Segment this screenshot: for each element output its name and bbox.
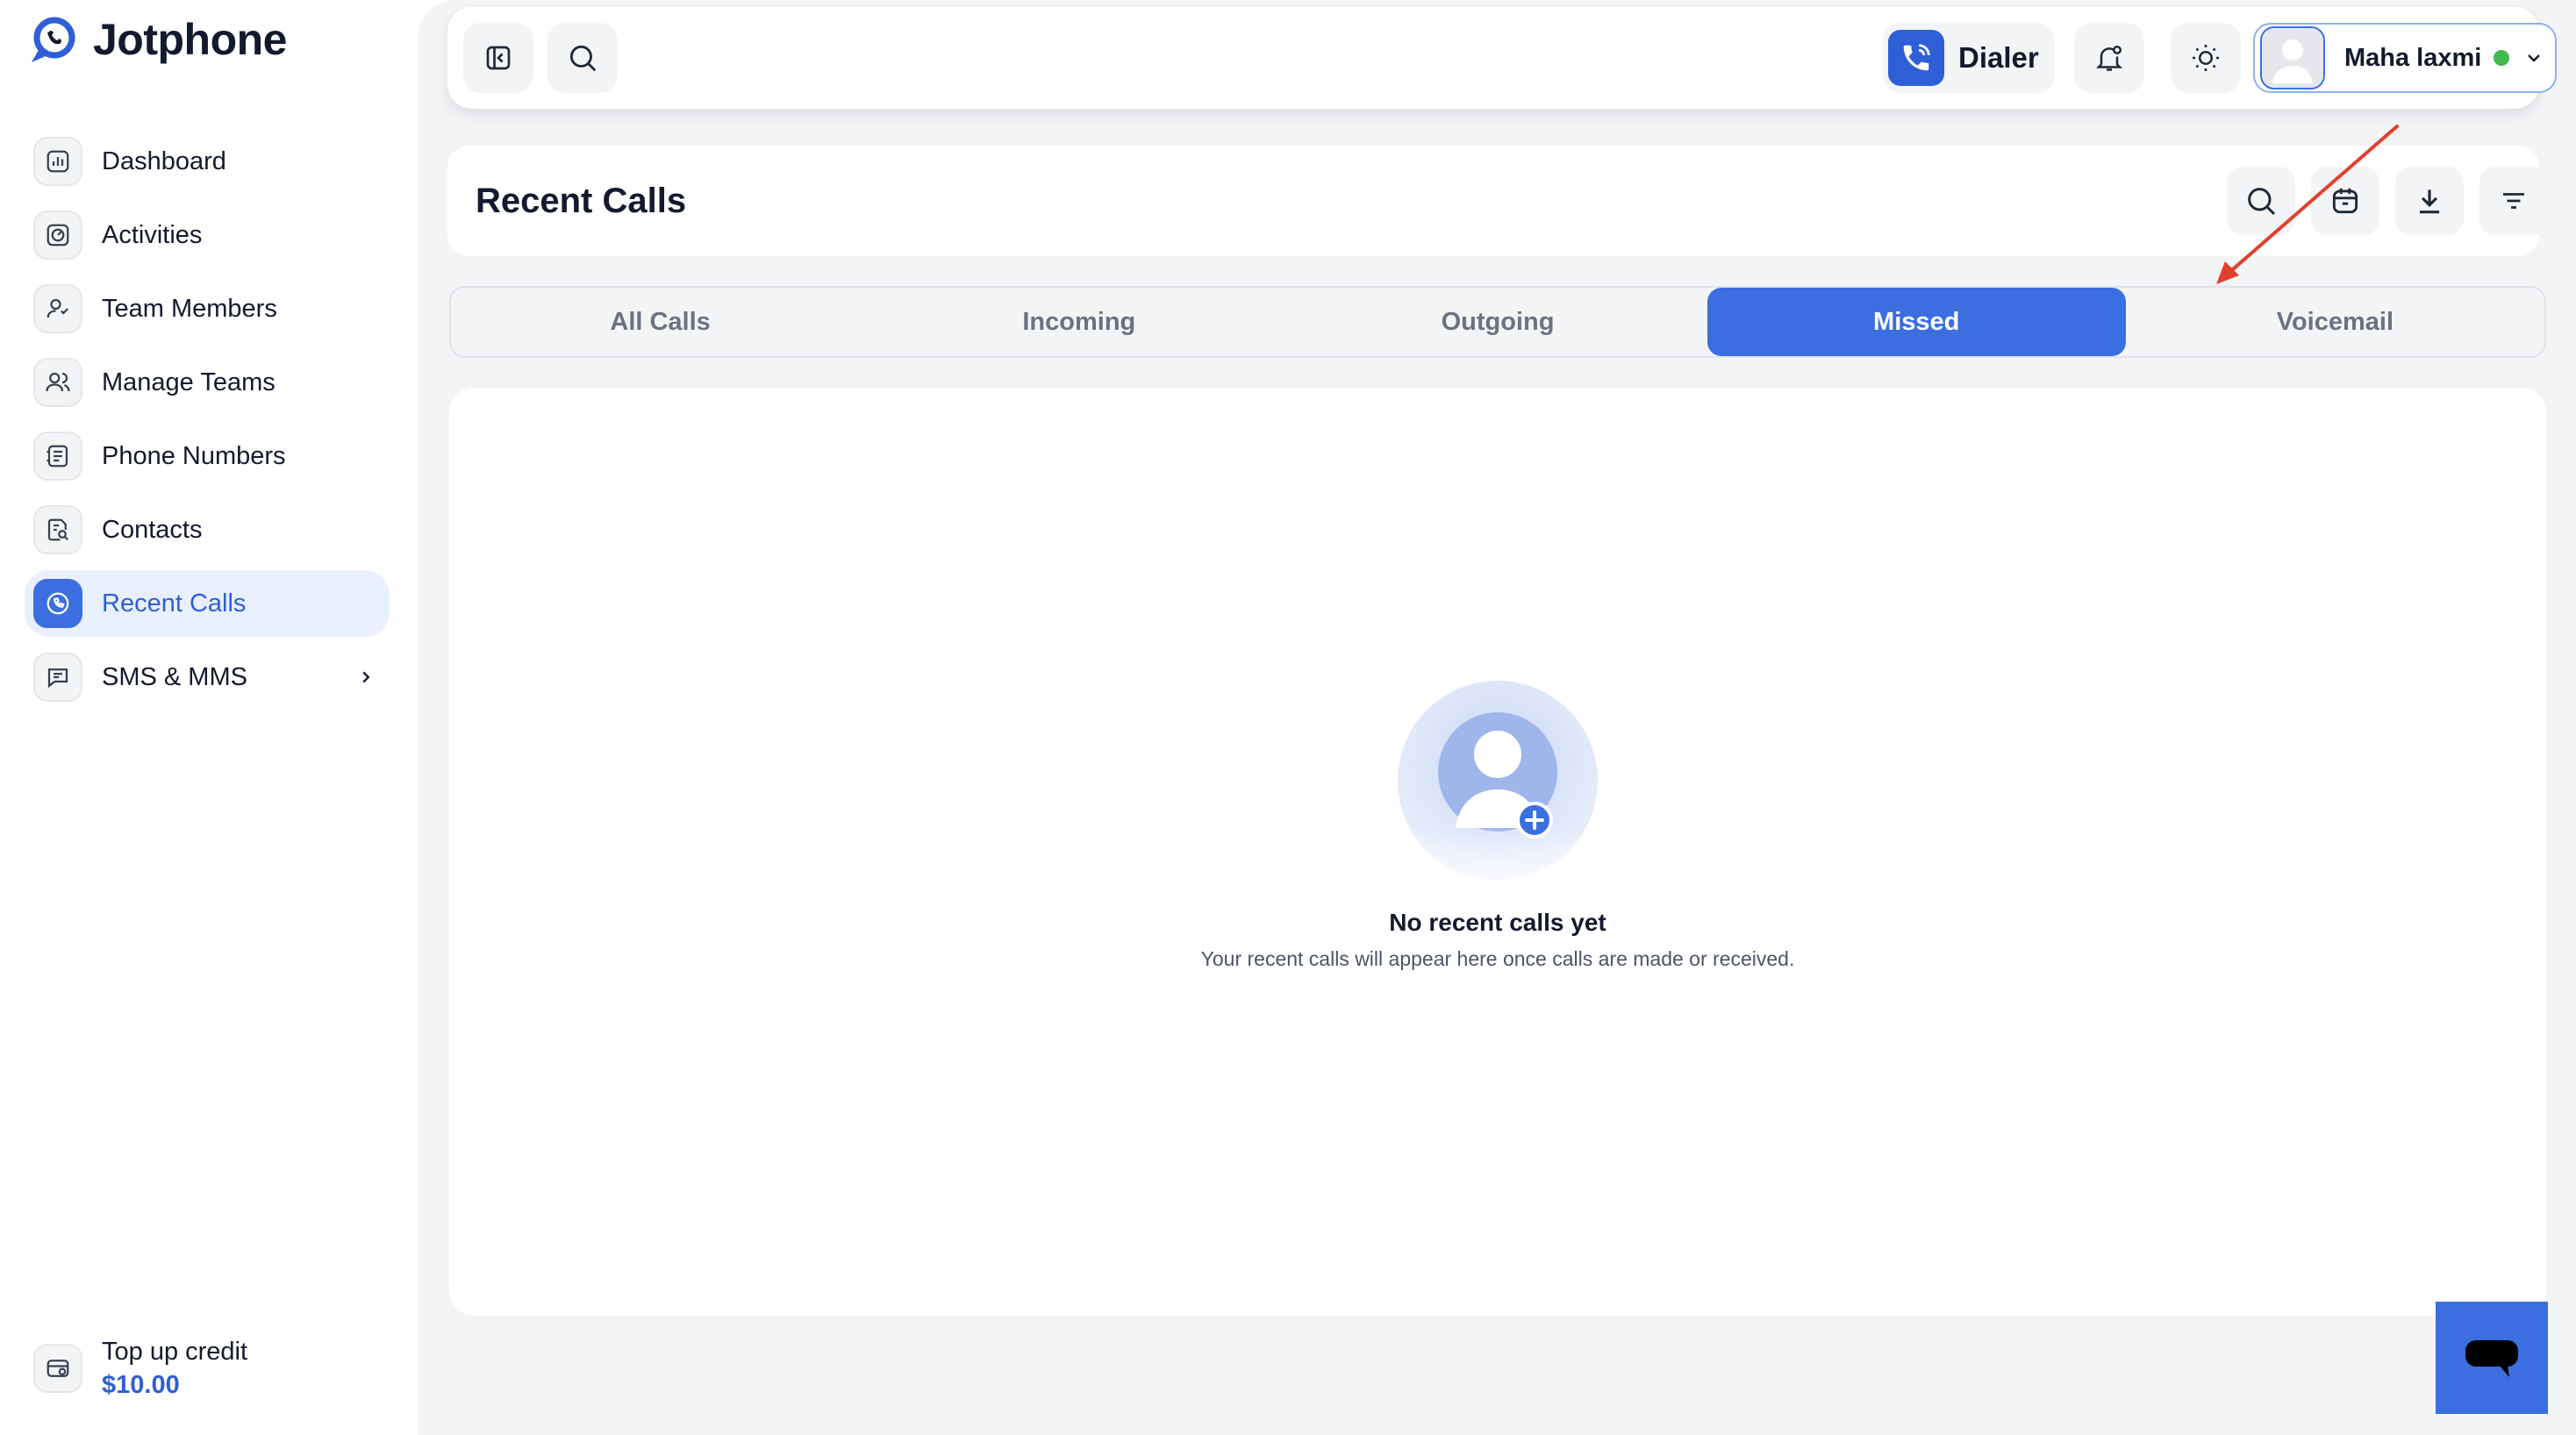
user-menu[interactable]: Maha laxmi: [2253, 23, 2557, 93]
topup-amount: $10.00: [102, 1371, 180, 1399]
tab-outgoing[interactable]: Outgoing: [1288, 288, 1707, 356]
default-avatar-icon: [2262, 28, 2323, 88]
filter-button[interactable]: [2479, 167, 2548, 235]
search-calls-button[interactable]: [2227, 167, 2295, 235]
main-area: Dialer Maha laxmi Recent Calls All Calls…: [418, 0, 2576, 1435]
brand-name: Jotphone: [93, 15, 287, 64]
sidebar-item-label: Activities: [102, 220, 203, 249]
sidebar-item-label: Team Members: [102, 294, 277, 323]
chat-bubble-icon: [2465, 1340, 2518, 1377]
sidebar-item-label: Dashboard: [102, 146, 226, 175]
sidebar-item-label: Recent Calls: [102, 589, 247, 618]
message-icon: [33, 653, 82, 702]
sidebar-item-label: SMS & MMS: [102, 662, 247, 691]
sidebar-item-recent-calls[interactable]: Recent Calls: [25, 570, 390, 637]
sidebar-item-label: Phone Numbers: [102, 441, 286, 470]
theme-toggle-button[interactable]: [2171, 23, 2241, 93]
sidebar-toggle-icon: [486, 46, 511, 70]
sidebar-item-phone-numbers[interactable]: Phone Numbers: [25, 423, 390, 489]
download-icon: [2419, 189, 2440, 214]
contacts-icon: [33, 505, 82, 554]
download-button[interactable]: [2395, 167, 2464, 235]
top-bar: Dialer Maha laxmi: [447, 7, 2557, 109]
tab-incoming[interactable]: Incoming: [869, 288, 1288, 356]
search-icon: [2248, 188, 2276, 216]
search-icon: [569, 45, 597, 72]
chart-icon: [33, 137, 82, 186]
filter-icon: [2503, 193, 2524, 209]
empty-state-subtitle: Your recent calls will appear here once …: [1200, 947, 1795, 970]
activity-icon: [33, 211, 82, 260]
chevron-down-icon: [2528, 54, 2541, 62]
call-type-tabs: All Calls Incoming Outgoing Missed Voice…: [449, 286, 2546, 358]
chevron-right-icon: [362, 671, 370, 683]
toggle-sidebar-button[interactable]: [463, 23, 533, 93]
dialer-label: Dialer: [1958, 41, 2039, 74]
brand[interactable]: Jotphone: [25, 9, 287, 70]
global-search-button[interactable]: [547, 23, 618, 93]
empty-state-title: No recent calls yet: [1389, 909, 1606, 936]
avatar: [2260, 26, 2325, 89]
dialer-button[interactable]: Dialer: [1883, 23, 2055, 93]
sidebar-item-team-members[interactable]: Team Members: [25, 275, 390, 342]
online-status-dot: [2494, 50, 2510, 66]
jotphone-logo-icon: [32, 17, 75, 62]
users-icon: [33, 358, 82, 407]
empty-contact-illustration-icon: [1384, 681, 1612, 896]
sidebar-item-dashboard[interactable]: Dashboard: [25, 128, 390, 195]
tab-all-calls[interactable]: All Calls: [451, 288, 869, 356]
sidebar: Jotphone Dashboard Activities Team Membe…: [0, 0, 418, 1435]
sidebar-item-label: Manage Teams: [102, 368, 275, 396]
sidebar-item-manage-teams[interactable]: Manage Teams: [25, 349, 390, 416]
topup-text: Top up credit $10.00: [102, 1335, 247, 1402]
user-name: Maha laxmi: [2344, 43, 2482, 72]
sidebar-item-sms-mms[interactable]: SMS & MMS: [25, 644, 390, 710]
dialer-phone-icon: [1888, 30, 1944, 86]
calendar-icon: [2332, 188, 2358, 214]
sidebar-item-contacts[interactable]: Contacts: [25, 496, 390, 563]
chat-widget-button[interactable]: [2436, 1302, 2548, 1414]
user-icon: [33, 284, 82, 333]
page-header: Recent Calls: [447, 146, 2548, 256]
empty-state: No recent calls yet Your recent calls wi…: [449, 677, 2546, 971]
topup-credit[interactable]: Top up credit $10.00: [33, 1335, 247, 1402]
tab-missed[interactable]: Missed: [1707, 288, 2126, 356]
sidebar-nav: Dashboard Activities Team Members Manage…: [25, 128, 390, 718]
wallet-icon: [33, 1344, 82, 1393]
tab-voicemail[interactable]: Voicemail: [2126, 288, 2544, 356]
date-filter-button[interactable]: [2311, 167, 2379, 235]
calls-list-panel: No recent calls yet Your recent calls wi…: [449, 388, 2546, 1316]
page-title: Recent Calls: [476, 182, 687, 220]
sidebar-item-label: Contacts: [102, 515, 203, 544]
topup-label: Top up credit: [102, 1338, 248, 1366]
phone-book-icon: [33, 432, 82, 481]
sun-icon: [2193, 45, 2219, 71]
notifications-button[interactable]: [2074, 23, 2144, 93]
bell-icon: [2095, 45, 2123, 71]
sidebar-item-activities[interactable]: Activities: [25, 202, 390, 268]
phone-icon: [33, 579, 82, 628]
